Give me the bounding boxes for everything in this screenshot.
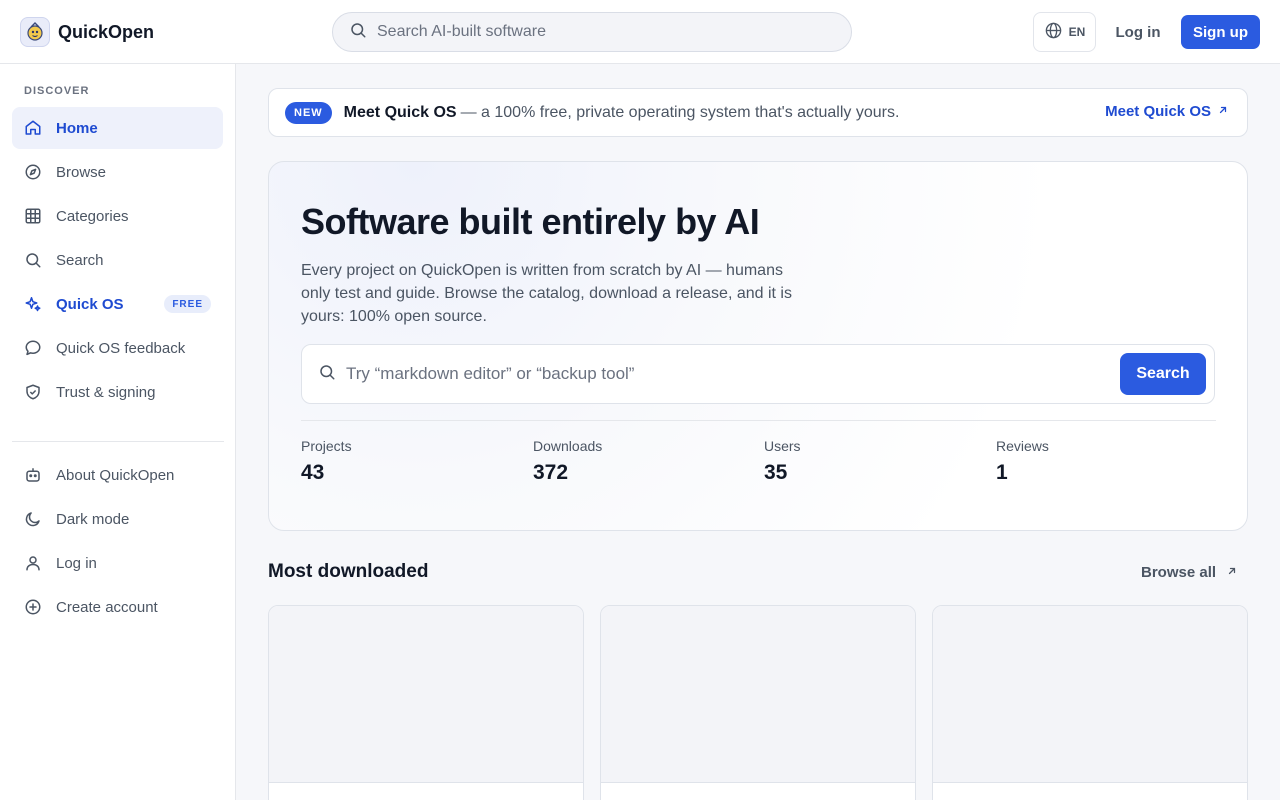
hero-search-button[interactable]: Search: [1120, 353, 1206, 395]
stat-label: Reviews: [996, 438, 1049, 454]
arrow-up-right-icon: [1217, 103, 1229, 120]
plus-circle-icon: [24, 598, 42, 616]
user-icon: [24, 554, 42, 572]
brand-name: QuickOpen: [58, 21, 155, 42]
quickopen-logo-icon: [20, 17, 50, 47]
project-card-thumbnail: [933, 606, 1247, 783]
moon-icon: [24, 510, 42, 528]
project-card-thumbnail: [269, 606, 583, 783]
new-badge: NEW: [285, 101, 332, 124]
stat-value: 35: [764, 461, 788, 484]
sidebar-heading: DISCOVER: [24, 85, 90, 97]
browse-all-link[interactable]: Browse all: [1141, 564, 1238, 581]
sidebar-item-about[interactable]: About QuickOpen: [12, 454, 223, 496]
project-card[interactable]: [268, 605, 584, 800]
sidebar-item-label: Search: [56, 251, 104, 269]
most-downloaded-heading: Most downloaded: [268, 561, 429, 582]
sparkles-icon: [24, 295, 42, 313]
search-icon: [349, 21, 367, 44]
sidebar-item-quick-os[interactable]: Quick OS FREE: [12, 283, 223, 325]
hero-section: Software built entirely by AI Every proj…: [268, 161, 1248, 531]
hero-description: Every project on QuickOpen is written fr…: [301, 262, 792, 325]
home-icon: [24, 119, 42, 137]
sidebar-item-label: About QuickOpen: [56, 466, 175, 484]
sidebar-item-label: Browse: [56, 163, 107, 181]
sidebar-item-label: Quick OS: [56, 295, 124, 313]
sidebar-item-dark-mode[interactable]: Dark mode: [12, 498, 223, 540]
shield-check-icon: [24, 383, 42, 401]
sidebar-item-label: Trust & signing: [56, 383, 156, 401]
search-icon: [24, 251, 42, 269]
language-code: EN: [1068, 25, 1086, 39]
sidebar-item-categories[interactable]: Categories: [12, 195, 223, 237]
sidebar-item-home[interactable]: Home: [12, 107, 223, 149]
stat-value: 43: [301, 461, 325, 484]
global-search-box[interactable]: [332, 12, 852, 52]
grid-icon: [24, 207, 42, 225]
brand-home-link[interactable]: QuickOpen: [20, 16, 154, 48]
global-search-input[interactable]: [377, 23, 817, 41]
browse-all-label: Browse all: [1141, 564, 1217, 581]
sidebar-item-log-in[interactable]: Log in: [12, 542, 223, 584]
stat-label: Downloads: [533, 438, 603, 454]
announcement-text: — a 100% free, private operating system …: [460, 103, 900, 121]
sidebar-item-create-account[interactable]: Create account: [12, 586, 223, 628]
announcement-banner: NEW Meet Quick OS — a 100% free, private…: [268, 88, 1248, 137]
stat-users: Users 35: [764, 438, 801, 485]
compass-icon: [24, 163, 42, 181]
announcement-link-label: Meet Quick OS: [1105, 103, 1211, 120]
sidebar-item-quick-os-feedback[interactable]: Quick OS feedback: [12, 327, 223, 369]
stat-value: 372: [533, 461, 569, 484]
header-login-button[interactable]: Log in: [1104, 16, 1172, 48]
sidebar-item-trust-signing[interactable]: Trust & signing: [12, 371, 223, 413]
project-card[interactable]: [600, 605, 916, 800]
hero-divider: [301, 420, 1216, 421]
stat-reviews: Reviews 1: [996, 438, 1049, 485]
sidebar-item-label: Dark mode: [56, 510, 130, 528]
free-badge: FREE: [164, 295, 211, 313]
header-signup-button[interactable]: Sign up: [1181, 15, 1260, 49]
sidebar-item-label: Categories: [56, 207, 129, 225]
sidebar-item-label: Create account: [56, 598, 158, 616]
language-selector-button[interactable]: EN: [1033, 12, 1096, 52]
project-card-thumbnail: [601, 606, 915, 783]
stat-value: 1: [996, 461, 1008, 484]
stat-projects: Projects 43: [301, 438, 352, 485]
robot-icon: [24, 466, 42, 484]
project-card[interactable]: [932, 605, 1248, 800]
stat-label: Users: [764, 438, 801, 454]
hero-title: Software built entirely by AI: [301, 201, 760, 242]
top-bar: QuickOpen EN Log in Sign up: [0, 0, 1280, 64]
search-icon: [318, 363, 336, 386]
meet-quick-os-link[interactable]: Meet Quick OS: [1105, 103, 1229, 120]
stat-downloads: Downloads 372: [533, 438, 602, 485]
hero-search-input[interactable]: [346, 364, 1106, 384]
sidebar-item-label: Quick OS feedback: [56, 339, 186, 357]
chat-bubble-icon: [24, 339, 42, 357]
sidebar: DISCOVER Home Browse Categories Search Q…: [0, 64, 236, 800]
globe-icon: [1044, 21, 1063, 43]
hero-search-box[interactable]: Search: [301, 344, 1215, 404]
sidebar-item-label: Log in: [56, 554, 97, 572]
sidebar-item-label: Home: [56, 119, 98, 137]
announcement-title: Meet Quick OS: [343, 103, 457, 121]
sidebar-item-browse[interactable]: Browse: [12, 151, 223, 193]
stat-label: Projects: [301, 438, 352, 454]
sidebar-item-search[interactable]: Search: [12, 239, 223, 281]
sidebar-divider: [12, 441, 224, 442]
arrow-up-right-icon: [1226, 564, 1238, 581]
